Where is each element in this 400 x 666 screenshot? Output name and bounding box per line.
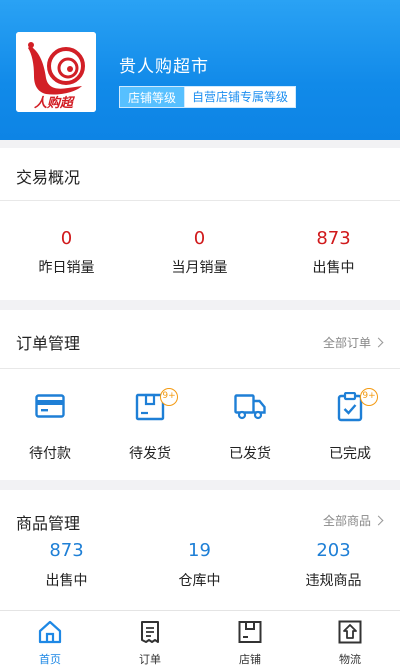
tab-home[interactable]: 首页: [0, 611, 100, 666]
goods-management-card: 商品管理 全部商品 873 出售中 19 仓库中 203 违规商品: [0, 490, 400, 610]
goods-warehouse-stat[interactable]: 19 仓库中: [133, 540, 266, 590]
stat-label: 仓库中: [178, 573, 221, 589]
goods-management-title: 商品管理: [16, 514, 81, 533]
tab-orders[interactable]: 订单: [100, 611, 200, 666]
chevron-right-icon: [373, 515, 384, 526]
store-box-icon: [238, 621, 262, 643]
order-item-label: 已完成: [329, 446, 371, 462]
tab-label: 首页: [39, 653, 61, 666]
bottom-tab-bar: 首页 订单 店铺 物流: [0, 610, 400, 666]
stat-label: 昨日销量: [38, 260, 95, 276]
order-management-card: 订单管理 全部订单 待付款 9+ 待发货 已发货 9+ 已完成: [0, 310, 400, 480]
shop-name: 贵人购超市: [119, 57, 209, 77]
order-pending-payment[interactable]: 待付款: [0, 388, 100, 468]
card-icon: [35, 394, 65, 418]
tab-label: 订单: [139, 653, 161, 666]
trade-overview-card: 交易概况 0 昨日销量 0 当月销量 873 出售中: [0, 148, 400, 300]
stat-value: 203: [316, 540, 351, 561]
tab-logistics[interactable]: 物流: [300, 611, 400, 666]
all-orders-link[interactable]: 全部订单: [322, 334, 384, 351]
truck-icon: [234, 394, 266, 420]
goods-on-sale-stat[interactable]: 873 出售中: [0, 540, 133, 590]
stat-value: 873: [49, 540, 84, 561]
divider: [0, 200, 400, 201]
order-shipped[interactable]: 已发货: [200, 388, 300, 468]
home-icon: [38, 620, 62, 644]
tab-store[interactable]: 店铺: [200, 611, 300, 666]
divider: [0, 368, 400, 369]
tab-label: 物流: [339, 653, 361, 666]
order-doc-icon: [141, 621, 159, 643]
order-item-label: 待发货: [129, 446, 171, 462]
order-pending-shipment[interactable]: 9+ 待发货: [100, 388, 200, 468]
exclusive-level-tag[interactable]: 自营店铺专属等级: [184, 86, 297, 108]
all-orders-label: 全部订单: [322, 336, 371, 350]
stat-label: 出售中: [312, 260, 355, 276]
stat-label: 出售中: [45, 573, 88, 589]
stat-value: 19: [188, 540, 211, 561]
stat-value: 873: [316, 228, 351, 249]
all-goods-link[interactable]: 全部商品: [322, 512, 384, 529]
stat-value: 0: [60, 228, 73, 249]
order-item-label: 待付款: [29, 446, 71, 462]
order-count-badge: 9+: [360, 388, 378, 406]
stat-value: 0: [193, 228, 206, 249]
logistics-icon: [338, 620, 362, 644]
chevron-right-icon: [373, 337, 384, 348]
order-item-label: 已发货: [229, 446, 271, 462]
stat-label: 当月销量: [171, 260, 228, 276]
shop-logo[interactable]: 人购超: [16, 32, 96, 112]
order-completed[interactable]: 9+ 已完成: [300, 388, 400, 468]
order-management-title: 订单管理: [16, 334, 81, 353]
goods-violation-stat[interactable]: 203 违规商品: [267, 540, 400, 590]
stat-label: 违规商品: [305, 573, 362, 589]
level-tags: 店铺等级 自营店铺专属等级: [119, 86, 297, 108]
yesterday-sales-stat[interactable]: 0 昨日销量: [0, 228, 133, 277]
all-goods-label: 全部商品: [322, 514, 371, 528]
shop-header: 人购超 贵人购超市 店铺等级 自营店铺专属等级: [0, 0, 400, 140]
logo-text: 人购超: [34, 96, 74, 111]
shop-level-tag[interactable]: 店铺等级: [119, 86, 185, 108]
order-count-badge: 9+: [160, 388, 178, 406]
trade-overview-title: 交易概况: [16, 168, 81, 187]
tab-label: 店铺: [239, 653, 261, 666]
on-sale-stat[interactable]: 873 出售中: [267, 228, 400, 277]
month-sales-stat[interactable]: 0 当月销量: [133, 228, 266, 277]
